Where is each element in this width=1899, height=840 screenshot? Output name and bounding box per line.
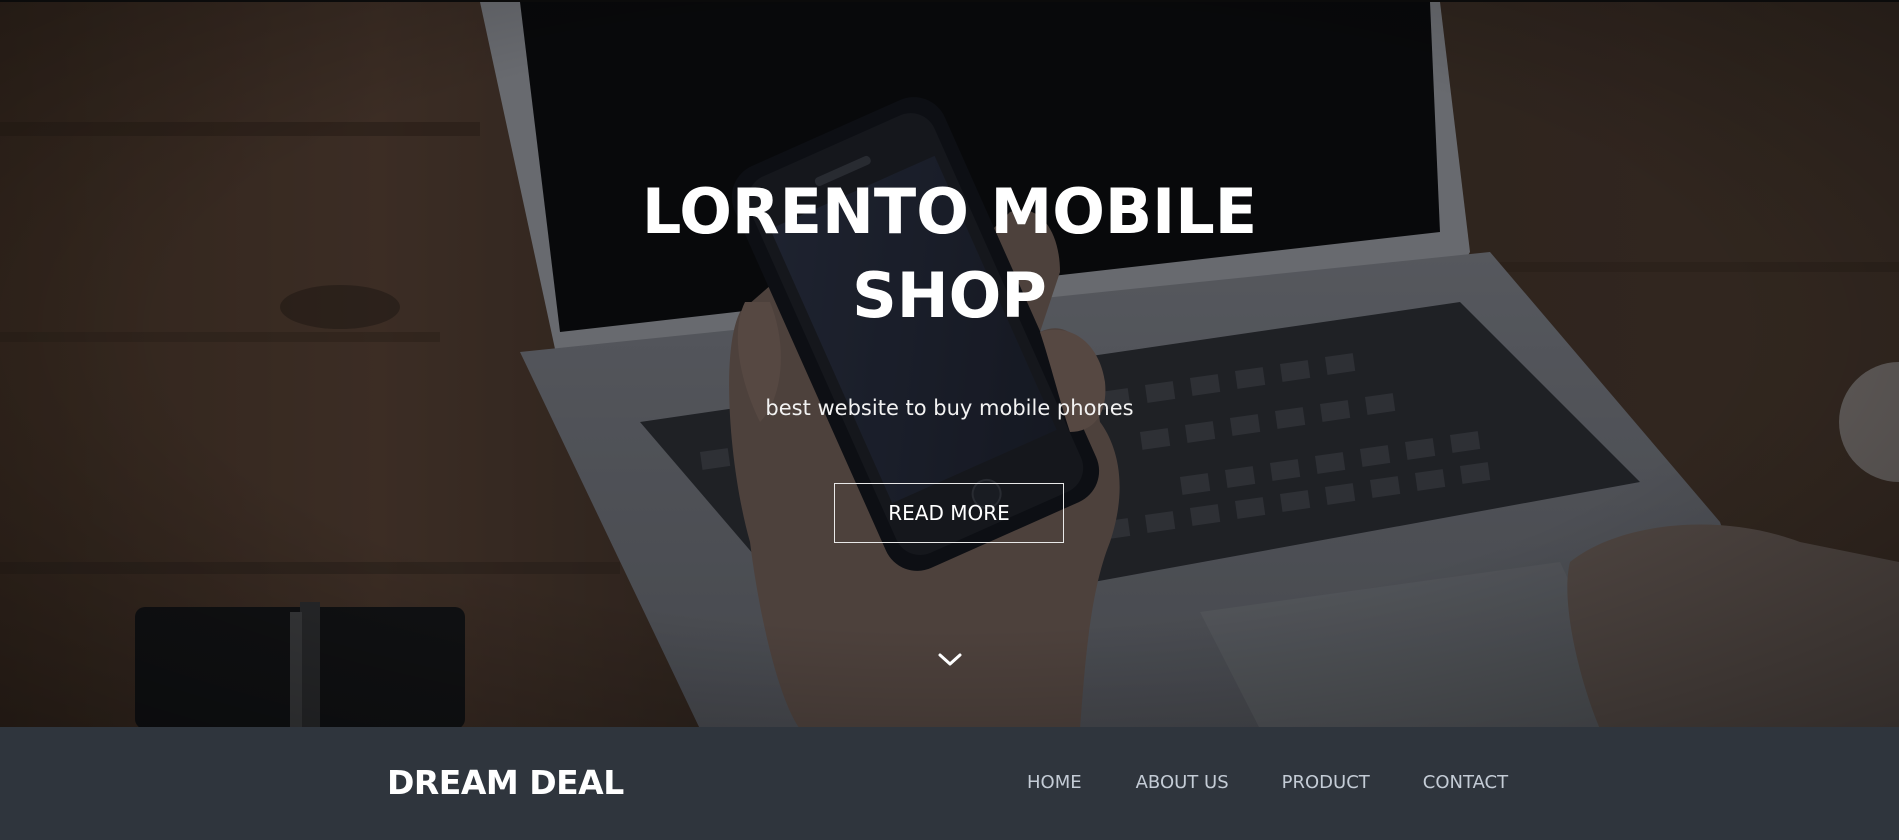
read-more-button[interactable]: READ MORE	[834, 483, 1064, 543]
nav-link-about-us[interactable]: ABOUT US	[1136, 769, 1229, 797]
hero-title: LORENTO MOBILE SHOP	[0, 170, 1899, 338]
chevron-down-icon[interactable]	[936, 650, 964, 670]
hero-subtitle: best website to buy mobile phones	[765, 396, 1134, 420]
hero-title-line-1: LORENTO MOBILE	[641, 175, 1258, 248]
brand-logo[interactable]: DREAM DEAL	[387, 763, 624, 803]
hero-section: LORENTO MOBILE SHOP best website to buy …	[0, 0, 1899, 727]
page: LORENTO MOBILE SHOP best website to buy …	[0, 0, 1899, 840]
nav-link-home[interactable]: HOME	[1027, 769, 1082, 797]
navbar: DREAM DEAL HOME ABOUT US PRODUCT CONTACT	[0, 727, 1899, 840]
nav-links: HOME ABOUT US PRODUCT CONTACT	[1027, 769, 1508, 797]
nav-link-contact[interactable]: CONTACT	[1423, 769, 1508, 797]
hero-content: LORENTO MOBILE SHOP best website to buy …	[0, 2, 1899, 727]
nav-link-product[interactable]: PRODUCT	[1282, 769, 1370, 797]
hero-title-line-2: SHOP	[852, 259, 1047, 332]
